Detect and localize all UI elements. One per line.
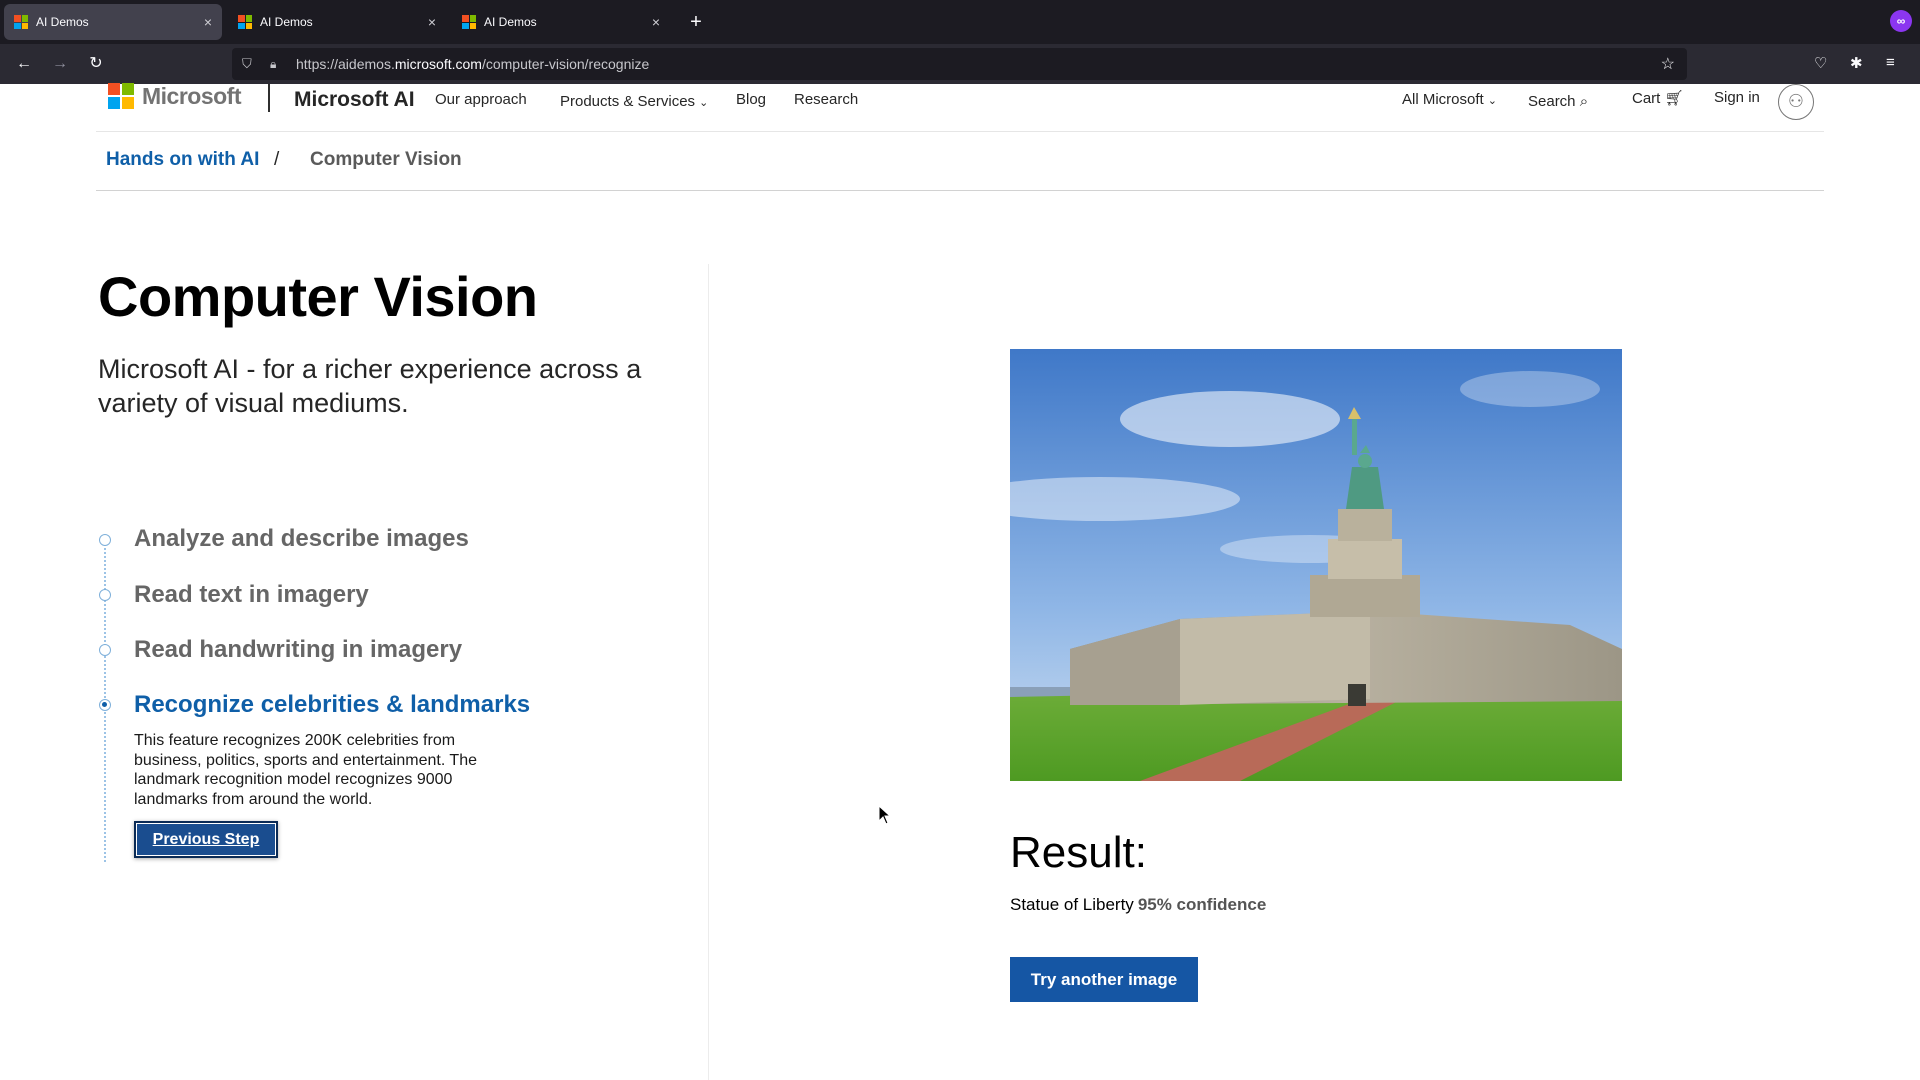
private-browsing-mask-icon[interactable]: ∞ <box>1890 10 1912 32</box>
step-analyze[interactable]: Analyze and describe images <box>134 525 469 553</box>
result-label: Statue of Liberty <box>1010 895 1134 914</box>
nav-research[interactable]: Research <box>794 91 858 108</box>
step-dot-icon <box>99 644 111 656</box>
step-recognize[interactable]: Recognize celebrities & landmarks <box>134 691 530 719</box>
step-dot-icon <box>99 589 111 601</box>
back-arrow-icon[interactable]: ← <box>12 52 36 76</box>
extensions-icon[interactable]: ✱ <box>1850 54 1863 72</box>
nav-products-label: Products & Services <box>560 93 696 110</box>
microsoft-logo-text: Microsoft <box>142 82 242 109</box>
breadcrumb: Hands on with AI / Computer Vision <box>96 132 1824 191</box>
sign-in-link[interactable]: Sign in <box>1714 89 1760 106</box>
browser-tab-bar: AI Demos × AI Demos × AI Demos × + ∞ <box>0 0 1920 44</box>
result-heading: Result: <box>1010 828 1147 877</box>
microsoft-favicon-icon <box>238 15 252 29</box>
mouse-cursor-icon <box>878 805 892 825</box>
nav-blog[interactable]: Blog <box>736 91 766 108</box>
search-button[interactable]: Search ⌕ <box>1528 93 1588 110</box>
close-tab-icon[interactable]: × <box>428 14 436 30</box>
browser-tab-2[interactable]: AI Demos × <box>228 4 446 40</box>
lock-icon[interactable]: 🔒︎ <box>270 57 284 72</box>
breadcrumb-hands-on-link[interactable]: Hands on with AI <box>106 149 259 171</box>
step-read-handwriting[interactable]: Read handwriting in imagery <box>134 636 462 664</box>
pocket-icon[interactable]: ♡ <box>1814 54 1827 72</box>
try-another-image-button[interactable]: Try another image <box>1010 957 1198 1002</box>
step-read-text[interactable]: Read text in imagery <box>134 581 369 609</box>
browser-tab-3[interactable]: AI Demos × <box>452 4 670 40</box>
bookmark-star-icon[interactable]: ☆ <box>1661 54 1675 74</box>
close-tab-icon[interactable]: × <box>652 14 660 30</box>
tab-title: AI Demos <box>260 15 313 29</box>
tab-title: AI Demos <box>36 15 89 29</box>
result-text: Statue of Liberty 95% confidence <box>1010 895 1266 915</box>
cart-label: Cart <box>1632 90 1661 107</box>
step-dot-active-icon <box>99 699 111 711</box>
tab-title: AI Demos <box>484 15 537 29</box>
microsoft-logo[interactable]: Microsoft <box>108 82 242 109</box>
brand-link[interactable]: Microsoft AI <box>294 88 415 112</box>
search-label: Search <box>1528 93 1576 110</box>
breadcrumb-current: Computer Vision <box>310 149 462 170</box>
previous-step-button[interactable]: Previous Step <box>134 821 278 858</box>
web-page: Microsoft Microsoft AI Our approach Prod… <box>0 82 1920 1080</box>
browser-toolbar: ← → ↻ ⛉ 🔒︎ https://aidemos.microsoft.com… <box>0 44 1920 84</box>
all-microsoft-label: All Microsoft <box>1402 91 1484 108</box>
nav-our-approach[interactable]: Our approach <box>435 91 527 108</box>
column-divider <box>708 264 709 1080</box>
all-microsoft-menu[interactable]: All Microsoft ⌄ <box>1402 91 1497 108</box>
microsoft-favicon-icon <box>462 15 476 29</box>
header-divider <box>268 84 270 112</box>
result-confidence: 95% confidence <box>1137 895 1267 914</box>
url-text[interactable]: https://aidemos.microsoft.com/computer-v… <box>296 56 649 72</box>
new-tab-button[interactable]: + <box>682 8 710 36</box>
avatar-icon[interactable]: ⚇ <box>1778 84 1814 120</box>
microsoft-favicon-icon <box>14 15 28 29</box>
page-title: Computer Vision <box>98 265 538 328</box>
statue-of-liberty-image <box>1010 349 1622 781</box>
microsoft-logo-icon <box>108 83 134 109</box>
reload-icon[interactable]: ↻ <box>84 52 108 76</box>
menu-icon[interactable]: ≡ <box>1886 54 1895 71</box>
address-bar[interactable]: ⛉ 🔒︎ https://aidemos.microsoft.com/compu… <box>232 48 1687 80</box>
search-icon: ⌕ <box>1579 93 1589 110</box>
browser-tab-1[interactable]: AI Demos × <box>4 4 222 40</box>
shield-icon[interactable]: ⛉ <box>242 56 258 72</box>
step-dot-icon <box>99 534 111 546</box>
site-header: Microsoft Microsoft AI Our approach Prod… <box>96 82 1824 132</box>
forward-arrow-icon[interactable]: → <box>48 52 72 76</box>
step-description: This feature recognizes 200K celebrities… <box>134 732 477 808</box>
breadcrumb-separator: / <box>274 149 280 170</box>
nav-products-services[interactable]: Products & Services ⌄ <box>560 93 708 110</box>
cart-button[interactable]: Cart 🛒︎ <box>1632 89 1684 107</box>
cart-icon: 🛒︎ <box>1664 90 1684 107</box>
page-subtitle: Microsoft AI - for a richer experience a… <box>98 354 642 418</box>
close-tab-icon[interactable]: × <box>204 14 212 30</box>
chevron-down-icon: ⌄ <box>1487 95 1497 107</box>
chevron-down-icon: ⌄ <box>699 97 709 109</box>
